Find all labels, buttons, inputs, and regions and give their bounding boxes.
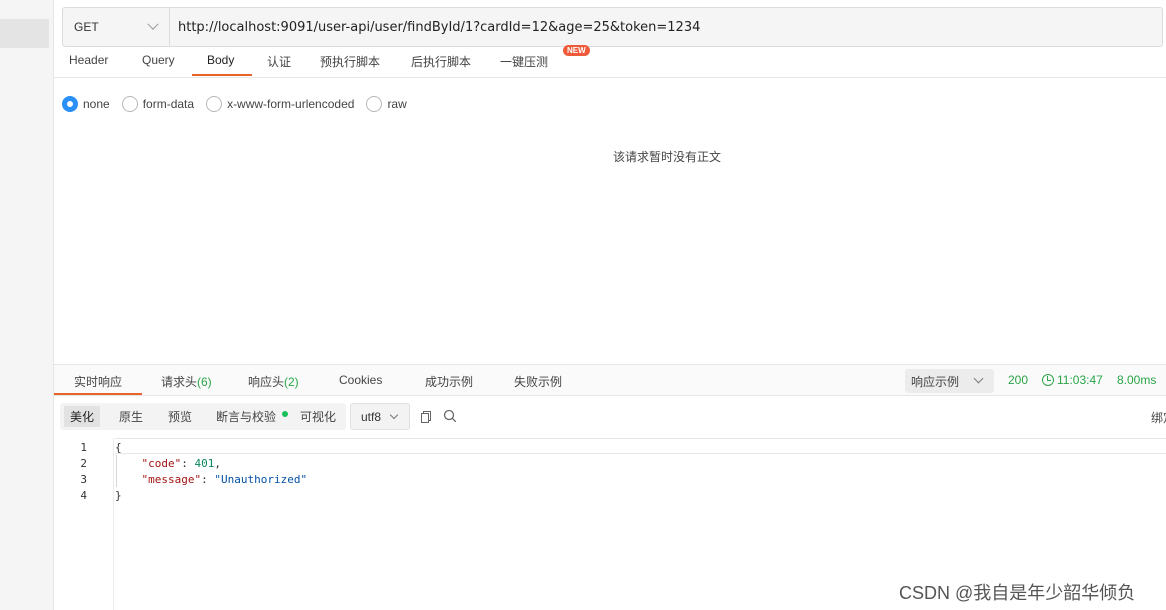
line-number: 4 bbox=[80, 489, 87, 502]
tab-cookies[interactable]: Cookies bbox=[339, 373, 382, 387]
active-line-highlight bbox=[115, 438, 1166, 454]
encoding-label: utf8 bbox=[361, 409, 382, 424]
clock-icon bbox=[1042, 374, 1054, 386]
main-panel: GET Header Query Body 认证 预执行脚本 后执行脚本 一键压… bbox=[54, 0, 1166, 610]
tab-auth[interactable]: 认证 bbox=[267, 53, 291, 70]
count-badge: (2) bbox=[284, 375, 299, 389]
view-preview-button[interactable]: 预览 bbox=[168, 408, 192, 425]
tab-header[interactable]: Header bbox=[69, 53, 108, 67]
radio-empty-icon bbox=[206, 96, 223, 112]
active-tab-indicator bbox=[54, 393, 142, 395]
radio-selected-icon bbox=[62, 96, 78, 112]
line-number: 1 bbox=[80, 441, 87, 454]
view-mode-group: 美化 原生 预览 断言与校验 可视化 bbox=[60, 403, 346, 430]
status-dot-icon bbox=[282, 411, 288, 417]
encoding-dropdown[interactable]: utf8 bbox=[350, 403, 410, 430]
radio-label: none bbox=[83, 97, 110, 111]
url-bar: GET bbox=[62, 7, 1163, 47]
brace: } bbox=[115, 489, 122, 502]
tab-success-example[interactable]: 成功示例 bbox=[425, 373, 473, 390]
code-line: "code": 401, bbox=[141, 457, 222, 470]
dropdown-label: 响应示例 bbox=[911, 374, 960, 389]
tab-live-response[interactable]: 实时响应 bbox=[74, 373, 122, 390]
line-number: 3 bbox=[80, 473, 87, 486]
code-line: } bbox=[115, 489, 122, 502]
chevron-down-icon bbox=[973, 373, 984, 384]
radio-label: raw bbox=[387, 97, 407, 111]
tab-label: 请求头 bbox=[161, 375, 198, 389]
tab-request-headers[interactable]: 请求头(6) bbox=[161, 373, 212, 390]
view-pretty-button[interactable]: 美化 bbox=[64, 406, 101, 427]
tab-pre-script[interactable]: 预执行脚本 bbox=[320, 53, 380, 70]
count-badge: (6) bbox=[197, 375, 212, 389]
radio-raw[interactable]: raw bbox=[366, 96, 407, 112]
search-icon[interactable] bbox=[443, 409, 457, 423]
brace: { bbox=[115, 441, 122, 454]
method-select[interactable]: GET bbox=[63, 8, 170, 46]
tab-stress-test[interactable]: 一键压测 bbox=[500, 53, 548, 70]
radio-label: form-data bbox=[142, 97, 195, 111]
active-tab-indicator bbox=[192, 74, 252, 76]
line-number: 2 bbox=[80, 457, 87, 470]
line-number-gutter: 1 2 3 4 bbox=[54, 438, 114, 610]
tab-body[interactable]: Body bbox=[207, 53, 234, 67]
response-duration: 8.00ms bbox=[1117, 373, 1157, 387]
tab-post-script[interactable]: 后执行脚本 bbox=[411, 53, 471, 70]
copy-icon[interactable] bbox=[421, 411, 431, 423]
radio-empty-icon bbox=[121, 96, 138, 112]
json-value: 401 bbox=[194, 457, 215, 470]
radio-form-data[interactable]: form-data bbox=[121, 96, 195, 112]
tab-failure-example[interactable]: 失败示例 bbox=[514, 373, 562, 390]
response-view-bar: 美化 原生 预览 断言与校验 可视化 utf8 绑定 bbox=[54, 396, 1166, 438]
radio-empty-icon bbox=[366, 96, 383, 112]
view-assert-button[interactable]: 断言与校验 bbox=[216, 408, 276, 425]
response-time: 11:03:47 bbox=[1057, 373, 1103, 387]
tab-query[interactable]: Query bbox=[142, 53, 175, 67]
status-code: 200 bbox=[1008, 373, 1029, 387]
bind-button[interactable]: 绑定 bbox=[1151, 409, 1166, 426]
radio-none[interactable]: none bbox=[62, 96, 110, 112]
response-example-dropdown[interactable]: 响应示例 bbox=[905, 369, 994, 393]
tab-response-headers[interactable]: 响应头(2) bbox=[248, 373, 299, 390]
chevron-down-icon bbox=[147, 18, 159, 30]
response-tabs: 实时响应 请求头(6) 响应头(2) Cookies 成功示例 失败示例 响应示… bbox=[54, 364, 1166, 396]
watermark: CSDN @我自是年少韶华倾负 bbox=[899, 583, 1136, 603]
radio-label: x-www-form-urlencoded bbox=[227, 97, 355, 111]
view-visualize-button[interactable]: 可视化 bbox=[300, 408, 336, 425]
method-label: GET bbox=[74, 20, 99, 34]
code-line: { bbox=[115, 441, 122, 454]
chevron-down-icon bbox=[389, 410, 399, 420]
url-input[interactable] bbox=[170, 8, 1162, 46]
new-badge: NEW bbox=[563, 45, 590, 56]
empty-body-message: 该请求暂时没有正文 bbox=[613, 150, 722, 164]
json-key: "message" bbox=[141, 473, 202, 486]
left-sidebar bbox=[0, 0, 54, 610]
body-type-group: none form-data x-www-form-urlencoded raw bbox=[62, 95, 419, 113]
json-value: "Unauthorized" bbox=[214, 473, 308, 486]
view-raw-button[interactable]: 原生 bbox=[119, 408, 143, 425]
sidebar-selected-item[interactable] bbox=[0, 19, 49, 48]
request-tabs: Header Query Body 认证 预执行脚本 后执行脚本 一键压测 bbox=[54, 47, 1166, 78]
json-key: "code" bbox=[141, 457, 182, 470]
code-line: "message": "Unauthorized" bbox=[141, 473, 308, 486]
radio-urlencoded[interactable]: x-www-form-urlencoded bbox=[206, 96, 354, 112]
tab-label: 响应头 bbox=[248, 375, 285, 389]
